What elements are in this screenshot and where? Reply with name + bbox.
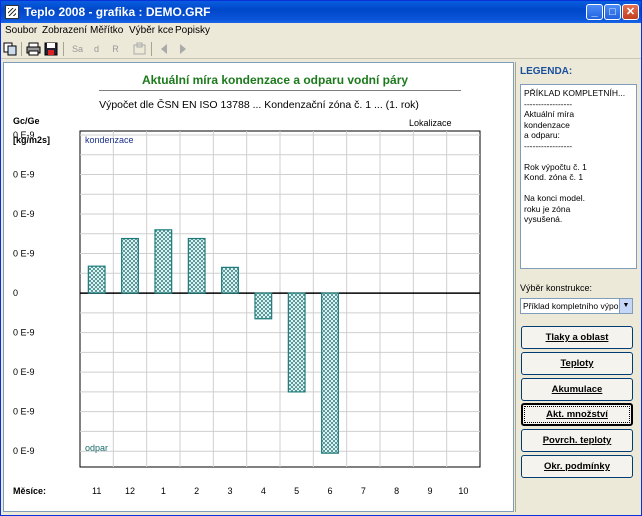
r-tool-icon[interactable]: R — [108, 42, 123, 56]
legend-line: PŘÍKLAD KOMPLETNÍH... — [524, 88, 626, 98]
y-tick-label: 0 E-9 — [13, 169, 35, 179]
okr-podminky-button-label: Okr. podmínky — [544, 461, 610, 472]
y-tick-label: 0 E-9 — [13, 209, 35, 219]
window-title: Teplo 2008 - grafika : DEMO.GRF — [24, 5, 211, 19]
settings-icon[interactable] — [132, 42, 147, 56]
minimize-button[interactable]: _ — [586, 4, 603, 20]
legend-heading: LEGENDA: — [520, 66, 573, 77]
x-tick-label: 11 — [92, 486, 101, 496]
title-bar[interactable]: Teplo 2008 - grafika : DEMO.GRF _ □ ✕ — [1, 1, 641, 23]
copy-icon[interactable] — [3, 42, 18, 56]
legend-line: Kond. zóna č. 1 — [524, 172, 584, 182]
teploty-button[interactable]: Teploty — [521, 352, 633, 375]
x-tick-label: 9 — [427, 486, 432, 496]
toolbar-separator — [21, 42, 22, 56]
x-tick-label: 5 — [294, 486, 299, 496]
okr-podminky-button[interactable]: Okr. podmínky — [521, 455, 633, 478]
menu-soubor[interactable]: Soubor — [5, 25, 37, 36]
povrch-teploty-button[interactable]: Povrch. teploty — [521, 429, 633, 452]
menu-zobrazeni[interactable]: Zobrazení — [42, 25, 87, 36]
toolbar: Sa d R — [1, 39, 641, 59]
x-tick-label: 10 — [458, 486, 468, 496]
legend-line: vysušená. — [524, 214, 563, 224]
legend-line: ----------------- — [524, 98, 573, 109]
s-tool-icon[interactable]: Sa — [70, 42, 85, 56]
construction-select[interactable]: Příklad kompletního výpo ▼ — [520, 298, 633, 314]
x-tick-label: 3 — [227, 486, 232, 496]
y-tick-label: 0 E-9 — [13, 328, 35, 338]
povrch-teploty-button-label: Povrch. teploty — [542, 435, 612, 446]
legend-line — [524, 183, 633, 194]
legend-line: Aktuální míra — [524, 109, 575, 119]
x-tick-label: 1 — [161, 486, 166, 496]
x-tick-label: 12 — [125, 486, 135, 496]
x-tick-label: 7 — [361, 486, 366, 496]
toolbar-separator — [151, 42, 152, 56]
chart-plot: 0 E-9 0 E-9 0 E-9 0 E-9 0 0 E-9 0 E-9 0 E-9 0 E-… — [13, 130, 481, 496]
toolbar-separator — [63, 42, 64, 56]
x-tick-label: 8 — [394, 486, 399, 496]
tlaky-button-label: Tlaky a oblast — [545, 332, 609, 343]
bar-11 — [87, 265, 106, 294]
x-tick-label: 4 — [261, 486, 266, 496]
maximize-button[interactable]: □ — [604, 4, 621, 20]
y-tick-label: 0 E-9 — [13, 249, 35, 259]
construction-select-value: Příklad kompletního výpo — [523, 301, 619, 311]
kondenzace-annotation: kondenzace — [85, 135, 134, 145]
legend-line: a odparu: — [524, 130, 560, 140]
x-tick-label: 2 — [194, 486, 199, 496]
app-icon — [5, 5, 19, 19]
bar-6 — [321, 292, 339, 454]
construction-select-label: Výběr konstrukce: — [520, 283, 593, 293]
menu-bar: Soubor Zobrazení Měřítko Výběr kce Popis… — [1, 23, 641, 39]
y-tick-label: 0 E-9 — [13, 407, 35, 417]
side-panel: LEGENDA: PŘÍKLAD KOMPLETNÍH... ----------… — [515, 62, 640, 512]
chart-panel: Aktuální míra kondenzace a odparu vodní … — [3, 62, 514, 512]
y-tick-label: 0 E-9 — [13, 446, 35, 456]
arrow-left-icon[interactable] — [157, 42, 172, 56]
akumulace-button[interactable]: Akumulace — [521, 378, 633, 401]
menu-popisky[interactable]: Popisky — [175, 25, 210, 36]
y-tick-label: 0 E-9 — [13, 130, 35, 140]
d-tool-icon[interactable]: d — [89, 42, 104, 56]
tlaky-button[interactable]: Tlaky a oblast — [521, 326, 633, 349]
akt-mnozstvi-button-label: Akt. množství — [546, 409, 608, 420]
legend-line — [524, 151, 633, 162]
bar-5 — [287, 292, 306, 393]
bar-1 — [154, 229, 173, 294]
bar-2 — [187, 237, 206, 294]
akumulace-button-label: Akumulace — [551, 384, 603, 395]
bar-3 — [221, 266, 239, 294]
bar-12 — [121, 237, 139, 294]
legend-line: kondenzace — [524, 119, 570, 130]
close-button[interactable]: ✕ — [622, 4, 639, 20]
legend-line: Na konci model. — [524, 193, 585, 203]
y-tick-label: 0 — [13, 288, 18, 298]
teploty-button-label: Teploty — [560, 358, 594, 369]
menu-meritko[interactable]: Měřítko — [90, 25, 123, 36]
x-axis-title: Měsíce: — [13, 486, 46, 496]
print-icon[interactable] — [26, 42, 41, 56]
chevron-down-icon[interactable]: ▼ — [619, 299, 632, 313]
legend-line: roku je zóna — [524, 203, 571, 214]
arrow-right-icon[interactable] — [175, 42, 190, 56]
legend-box[interactable]: PŘÍKLAD KOMPLETNÍH... ----------------- Ak… — [520, 84, 637, 269]
akt-mnozstvi-button[interactable]: Akt. množství — [521, 403, 633, 426]
y-tick-label: 0 E-9 — [13, 367, 35, 377]
menu-vyber-kce[interactable]: Výběr kce — [129, 25, 173, 36]
x-tick-label: 6 — [327, 486, 332, 496]
legend-line: ----------------- — [524, 140, 573, 151]
bar-4 — [254, 292, 273, 320]
save-icon[interactable] — [44, 42, 59, 56]
legend-line: Rok výpočtu č. 1 — [524, 161, 587, 172]
odpar-annotation: odpar — [85, 443, 108, 453]
app-window: Teplo 2008 - grafika : DEMO.GRF _ □ ✕ So… — [0, 0, 642, 516]
